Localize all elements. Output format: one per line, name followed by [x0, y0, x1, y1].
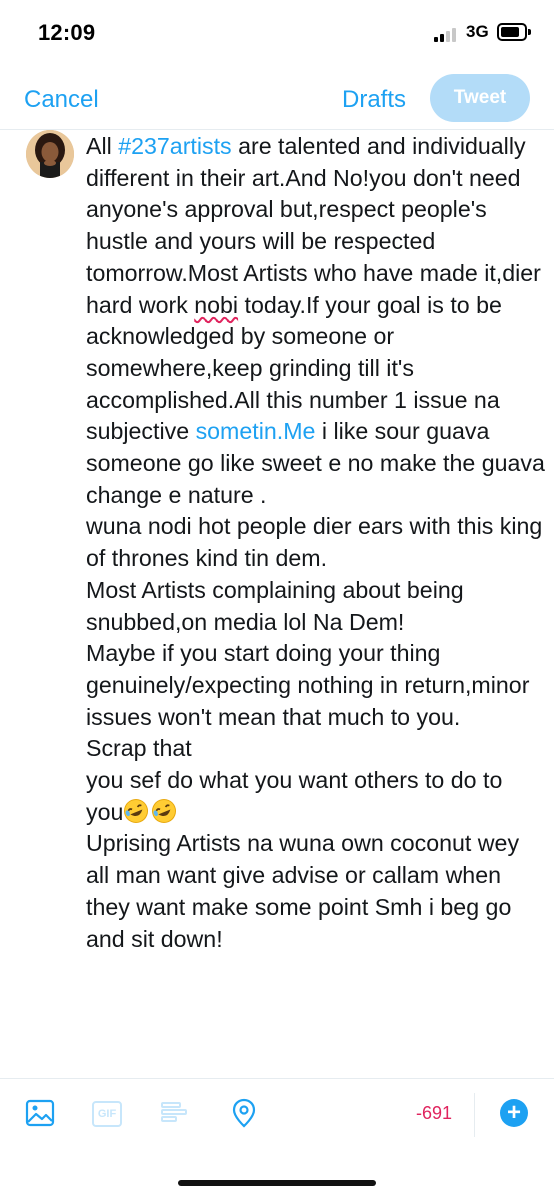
tweet-button[interactable]: Tweet [430, 74, 530, 122]
tweet-compose-field[interactable]: All #237artists are talented and individ… [86, 131, 546, 955]
laughing-emoji-icon [124, 798, 149, 823]
cancel-button[interactable]: Cancel [24, 86, 99, 114]
compose-header: Cancel Drafts Tweet [0, 68, 554, 130]
text-segment: are talented and individually different … [86, 133, 548, 318]
compose-toolbar: GIF -691 + [0, 1078, 554, 1150]
image-icon[interactable] [24, 1097, 56, 1129]
status-time: 12:09 [38, 20, 96, 45]
battery-icon [497, 23, 531, 41]
misspelled-word[interactable]: nobi [194, 292, 238, 318]
plus-icon: + [506, 1099, 521, 1126]
home-indicator [178, 1180, 376, 1186]
avatar [26, 130, 74, 178]
gif-button[interactable]: GIF [92, 1101, 122, 1127]
text-segment: All [86, 133, 119, 159]
text-segment: i like sour guava someone go like sweet … [86, 418, 545, 825]
toolbar-divider [474, 1093, 475, 1137]
network-type: 3G [466, 22, 489, 41]
hashtag-link[interactable]: #237artists [118, 133, 231, 159]
poll-icon[interactable] [158, 1097, 190, 1129]
character-counter: -691 [416, 1103, 453, 1123]
add-tweet-button[interactable]: + [500, 1099, 528, 1127]
location-pin-icon[interactable] [228, 1097, 260, 1129]
url-link[interactable]: sometin.Me [196, 418, 316, 444]
status-bar: 12:09 3G [0, 0, 554, 68]
cellular-signal-icon [434, 26, 460, 42]
text-segment: Uprising Artists na wuna own coconut wey… [86, 830, 520, 952]
drafts-button[interactable]: Drafts [342, 86, 406, 114]
laughing-emoji-icon [152, 798, 177, 823]
